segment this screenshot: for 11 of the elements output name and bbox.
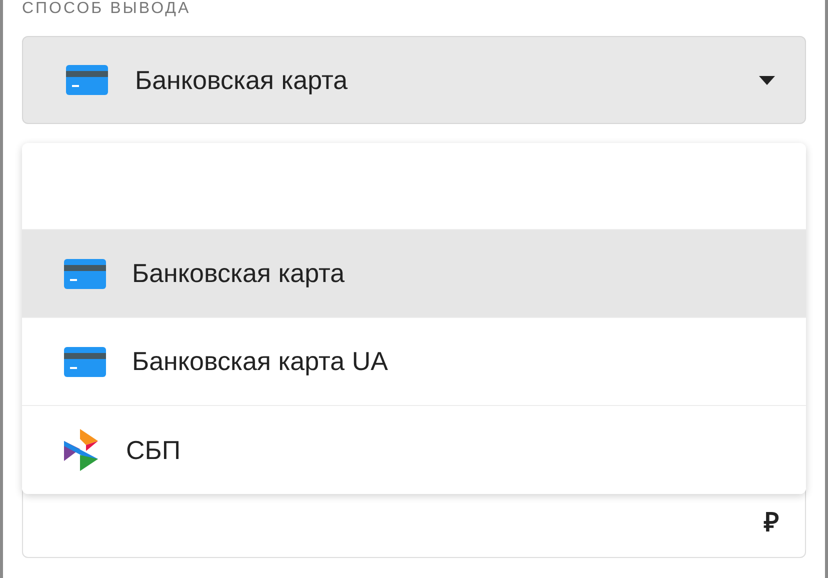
credit-card-icon <box>64 258 106 288</box>
credit-card-icon <box>64 346 106 376</box>
payout-method-select[interactable]: Банковская карта <box>22 36 806 124</box>
credit-card-icon <box>66 65 108 95</box>
currency-sign: ₽ <box>764 509 779 535</box>
field-label: СПОСОБ ВЫВОДА <box>22 0 191 17</box>
dropdown-option[interactable]: Банковская карта <box>22 230 806 318</box>
dropdown-option[interactable]: Банковская карта UA <box>22 318 806 406</box>
triangles-logo-icon <box>64 429 100 471</box>
dropdown-option[interactable]: СБП <box>22 406 806 494</box>
caret-down-icon <box>759 76 775 84</box>
